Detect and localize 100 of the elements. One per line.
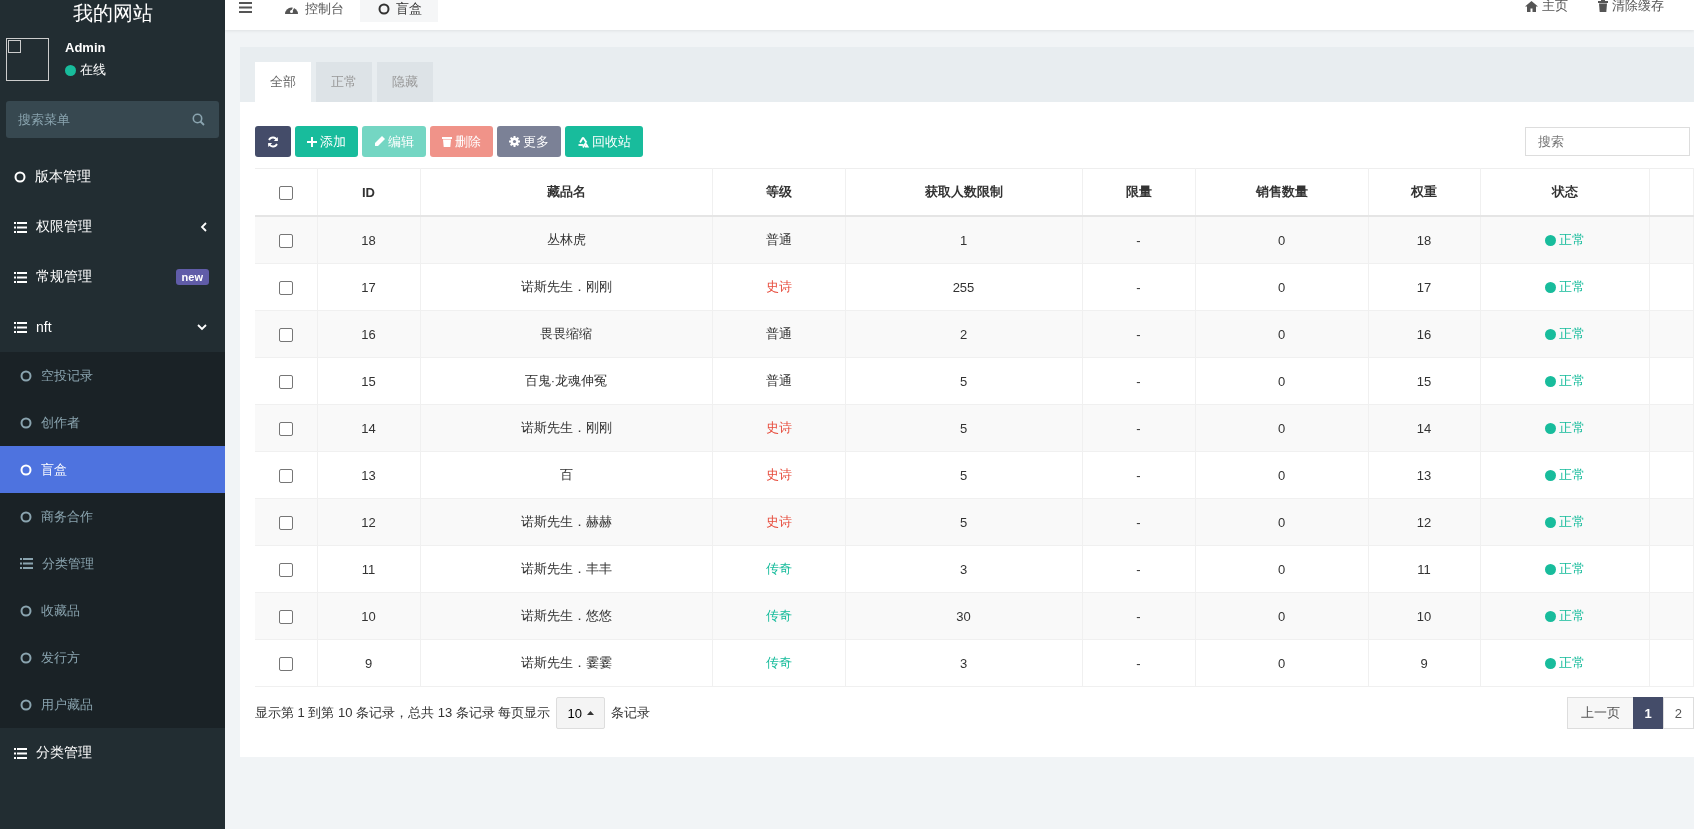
menu-item[interactable]: 常规管理 new <box>0 252 225 302</box>
grade-label: 传奇 <box>765 608 792 623</box>
row-checkbox[interactable] <box>278 421 293 436</box>
circle-icon <box>20 416 32 429</box>
trash-icon <box>1598 0 1608 12</box>
page-size-dropdown[interactable]: 10 <box>556 697 605 729</box>
page-button[interactable]: 1 <box>1632 697 1664 729</box>
column-header[interactable]: 等级 <box>765 184 792 199</box>
list-icon <box>14 747 27 759</box>
row-checkbox[interactable] <box>278 609 293 624</box>
table-cell: 0 <box>1277 326 1286 342</box>
row-checkbox[interactable] <box>278 327 293 342</box>
grade-label: 史诗 <box>765 514 792 529</box>
menu-item[interactable]: nft <box>0 302 225 352</box>
column-header[interactable]: 藏品名 <box>546 184 586 199</box>
circle-icon <box>378 3 390 15</box>
submenu-item[interactable]: 发行方 <box>0 634 225 681</box>
avatar-placeholder <box>6 38 49 81</box>
grade-label: 普通 <box>765 326 792 341</box>
column-header[interactable]: 销售数量 <box>1255 184 1308 199</box>
table-cell: 2 <box>959 326 968 342</box>
table-cell: 0 <box>1277 608 1286 624</box>
status-label: 正常 <box>1558 325 1585 343</box>
page-button[interactable]: 上一页 <box>1566 697 1634 729</box>
pencil-icon <box>374 136 385 147</box>
column-header[interactable]: ID <box>362 184 375 200</box>
more-button[interactable]: 更多 <box>497 126 561 157</box>
page-button[interactable]: 2 <box>1662 697 1694 729</box>
table-cell: 18 <box>361 232 376 248</box>
table-cell: - <box>1136 608 1141 624</box>
table-cell: 0 <box>1277 561 1286 577</box>
table-cell: 9 <box>1420 655 1428 671</box>
grade-label: 史诗 <box>765 420 792 435</box>
list-icon <box>14 271 27 283</box>
home-icon <box>1525 0 1538 12</box>
plus-icon <box>307 136 317 147</box>
table-cell: 0 <box>1277 514 1286 530</box>
row-checkbox[interactable] <box>278 515 293 530</box>
table-cell: 0 <box>1277 467 1286 483</box>
row-checkbox[interactable] <box>278 374 293 389</box>
row-checkbox[interactable] <box>278 656 293 671</box>
table-cell: 0 <box>1277 373 1286 389</box>
filter-tab[interactable]: 全部 <box>255 62 311 102</box>
select-all-checkbox[interactable] <box>278 185 293 200</box>
table-cell: 诺斯先生．赫赫 <box>520 514 612 529</box>
page-tab[interactable]: 盲盒 <box>360 0 438 22</box>
grade-label: 普通 <box>765 373 792 388</box>
table-cell: 5 <box>959 514 968 530</box>
row-checkbox[interactable] <box>278 468 293 483</box>
submenu-item[interactable]: 盲盒 <box>0 446 225 493</box>
table-cell: 3 <box>959 655 968 671</box>
menu-item[interactable]: 权限管理 <box>0 202 225 252</box>
table-cell: 0 <box>1277 655 1286 671</box>
table-cell: 5 <box>959 467 968 483</box>
table-cell: 30 <box>956 608 971 624</box>
menu-search-field[interactable]: 搜索菜单 <box>6 101 219 138</box>
circle-icon <box>20 651 32 664</box>
table-cell: 诺斯先生．悠悠 <box>520 608 612 623</box>
table-cell: - <box>1136 655 1141 671</box>
table-cell: - <box>1136 373 1141 389</box>
submenu-item[interactable]: 商务合作 <box>0 493 225 540</box>
column-header[interactable]: 状态 <box>1551 184 1578 199</box>
table-cell: - <box>1136 561 1141 577</box>
status-label: 正常 <box>1558 560 1585 578</box>
table-cell: 13 <box>1416 467 1432 483</box>
table-cell: 15 <box>361 373 376 389</box>
table-cell: 14 <box>361 420 376 436</box>
table-search-field[interactable]: 搜索 <box>1525 127 1690 156</box>
table-cell: 百 <box>559 467 573 482</box>
table-cell: 17 <box>1416 279 1432 295</box>
table-cell: 16 <box>361 326 376 342</box>
submenu-item[interactable]: 用户藏品 <box>0 681 225 728</box>
column-header[interactable]: 权重 <box>1411 184 1437 199</box>
menu-item[interactable]: 版本管理 <box>0 152 225 202</box>
table-cell: - <box>1136 232 1141 248</box>
submenu-item[interactable]: 创作者 <box>0 399 225 446</box>
online-status: 在线 <box>80 61 106 79</box>
table-cell: 百鬼·龙魂伸冤 <box>524 373 608 388</box>
row-checkbox[interactable] <box>278 562 293 577</box>
refresh-button[interactable] <box>255 126 291 157</box>
page-tab[interactable]: 控制台 <box>266 0 360 22</box>
submenu-item[interactable]: 收藏品 <box>0 587 225 634</box>
top-link[interactable]: 清除缓存 <box>1598 0 1664 16</box>
table-cell: - <box>1136 514 1141 530</box>
table-cell: 5 <box>959 420 968 436</box>
menu-item[interactable]: 分类管理 <box>0 728 225 778</box>
pagination-summary: 显示第 1 到第 10 条记录，总共 13 条记录 每页显示 <box>255 704 551 722</box>
table-cell: 丛林虎 <box>546 232 586 247</box>
status-label: 正常 <box>1558 231 1585 249</box>
submenu-item[interactable]: 分类管理 <box>0 540 225 587</box>
user-name: Admin <box>65 40 106 55</box>
row-checkbox[interactable] <box>278 233 293 248</box>
table-cell: 1 <box>959 232 968 248</box>
new-badge: new <box>175 269 209 285</box>
column-header[interactable]: 获取人数限制 <box>924 184 1003 199</box>
status-label: 正常 <box>1558 654 1585 672</box>
menu-icon[interactable] <box>239 2 252 13</box>
column-header[interactable]: 限量 <box>1125 184 1152 199</box>
submenu-item[interactable]: 空投记录 <box>0 352 225 399</box>
row-checkbox[interactable] <box>278 280 293 295</box>
